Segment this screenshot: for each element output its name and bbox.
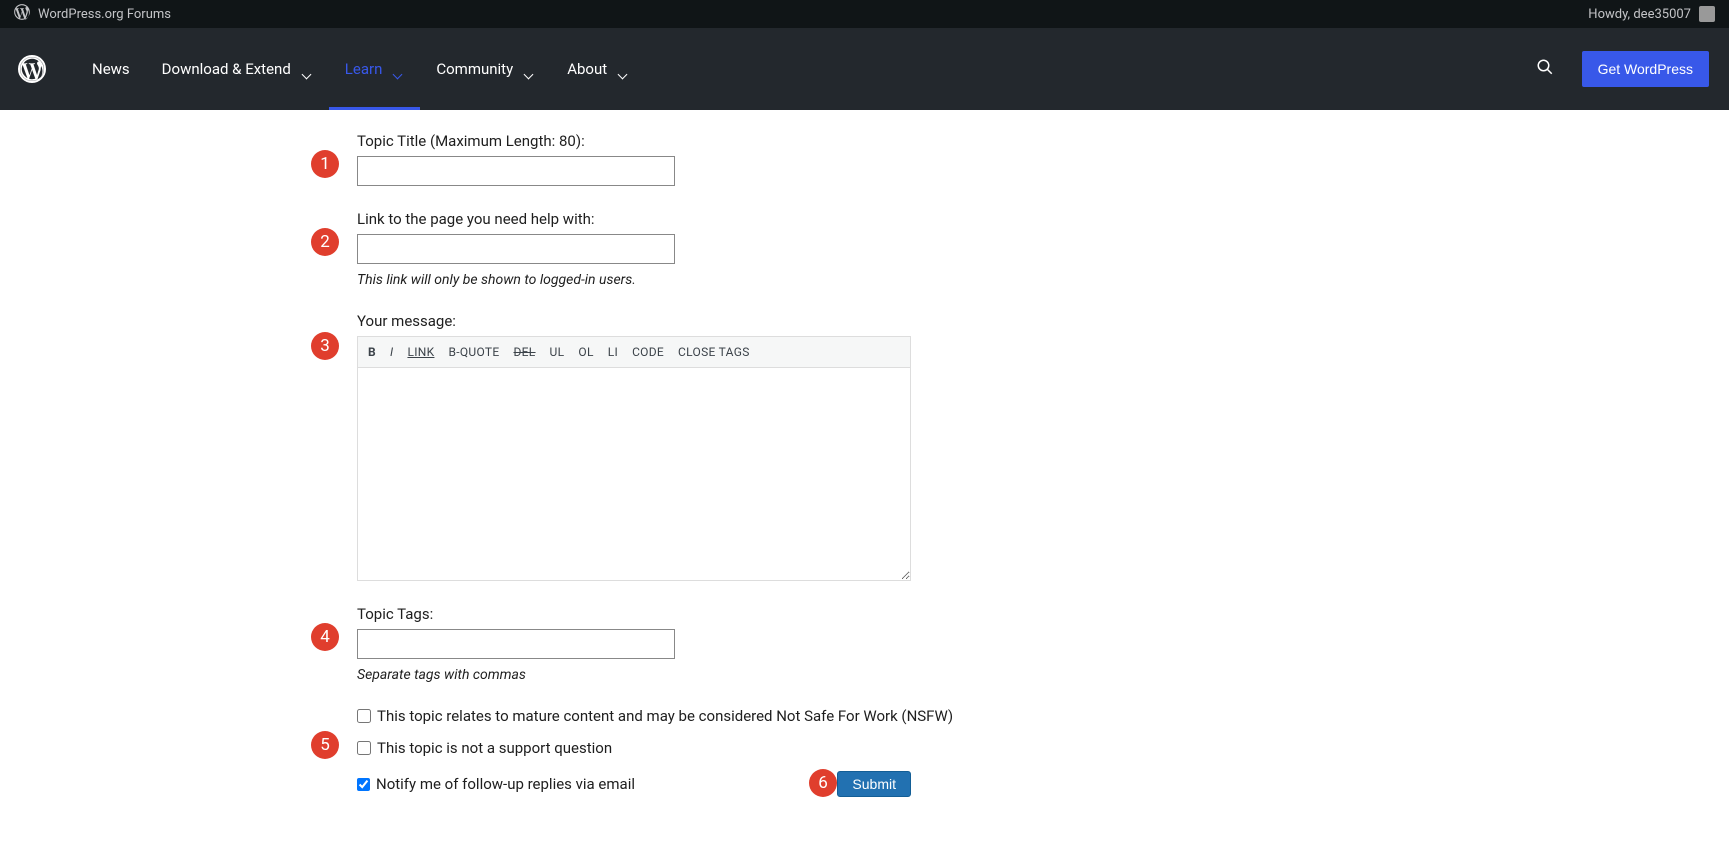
- admin-bar-howdy: Howdy, dee35007: [1588, 7, 1691, 22]
- admin-bar-left[interactable]: WordPress.org Forums: [14, 4, 171, 24]
- notify-checkbox-row: Notify me of follow-up replies via email: [357, 775, 635, 793]
- nav-item-download[interactable]: Download & Extend: [146, 28, 329, 110]
- nsfw-label: This topic relates to mature content and…: [377, 707, 953, 725]
- editor-link-button[interactable]: LINK: [407, 345, 434, 359]
- annotation-badge-3: 3: [311, 332, 339, 360]
- admin-bar-site-title: WordPress.org Forums: [38, 7, 171, 22]
- annotation-badge-5: 5: [311, 731, 339, 759]
- editor-italic-button[interactable]: I: [390, 345, 393, 359]
- submit-button[interactable]: Submit: [837, 771, 911, 797]
- nav-item-learn[interactable]: Learn: [329, 28, 421, 110]
- chevron-down-icon: [619, 64, 629, 74]
- nsfw-checkbox[interactable]: [357, 709, 371, 723]
- link-input[interactable]: [357, 234, 675, 264]
- editor-close-tags-button[interactable]: CLOSE TAGS: [678, 345, 750, 359]
- wordpress-logo-icon[interactable]: [18, 55, 46, 83]
- nav-item-community[interactable]: Community: [420, 28, 551, 110]
- notify-label: Notify me of follow-up replies via email: [376, 775, 635, 793]
- admin-bar: WordPress.org Forums Howdy, dee35007: [0, 0, 1729, 28]
- message-textarea[interactable]: [358, 368, 910, 580]
- editor-ul-button[interactable]: UL: [550, 345, 565, 359]
- main-nav-right: Get WordPress: [1536, 51, 1709, 87]
- wordpress-mini-icon: [14, 4, 30, 24]
- tags-label: Topic Tags:: [357, 605, 1000, 623]
- not-support-checkbox[interactable]: [357, 741, 371, 755]
- nav-item-about[interactable]: About: [551, 28, 645, 110]
- nav-label: About: [567, 60, 607, 78]
- nsfw-checkbox-row: This topic relates to mature content and…: [357, 707, 1000, 725]
- link-hint: This link will only be shown to logged-i…: [357, 272, 1000, 288]
- nav-label: Community: [436, 60, 513, 78]
- editor-bold-button[interactable]: B: [368, 345, 376, 359]
- link-section: 2 Link to the page you need help with: T…: [357, 210, 1000, 288]
- not-support-label: This topic is not a support question: [377, 739, 612, 757]
- tags-hint: Separate tags with commas: [357, 667, 1000, 683]
- get-wordpress-button[interactable]: Get WordPress: [1582, 51, 1709, 87]
- editor-toolbar: B I LINK B-QUOTE DEL UL OL LI CODE CLOSE…: [358, 337, 910, 368]
- nav-item-news[interactable]: News: [76, 28, 146, 110]
- message-label: Your message:: [357, 312, 1000, 330]
- main-nav: News Download & Extend Learn Community A…: [0, 28, 1729, 110]
- form-content: 1 Topic Title (Maximum Length: 80): 2 Li…: [0, 110, 1100, 847]
- editor-code-button[interactable]: CODE: [632, 345, 664, 359]
- notify-checkbox[interactable]: [357, 778, 370, 791]
- editor-del-button[interactable]: DEL: [513, 345, 535, 359]
- admin-bar-account[interactable]: Howdy, dee35007: [1588, 6, 1715, 22]
- nav-label: Learn: [345, 60, 383, 78]
- chevron-down-icon: [303, 64, 313, 74]
- annotation-badge-4: 4: [311, 623, 339, 651]
- annotation-badge-1: 1: [311, 150, 339, 178]
- annotation-badge-2: 2: [311, 228, 339, 256]
- submit-row: Notify me of follow-up replies via email…: [357, 771, 911, 797]
- topic-title-input[interactable]: [357, 156, 675, 186]
- editor: B I LINK B-QUOTE DEL UL OL LI CODE CLOSE…: [357, 336, 911, 581]
- search-icon[interactable]: [1536, 58, 1554, 80]
- editor-bquote-button[interactable]: B-QUOTE: [448, 345, 499, 359]
- nav-label: Download & Extend: [162, 60, 291, 78]
- annotation-badge-6: 6: [809, 769, 837, 797]
- main-nav-left: News Download & Extend Learn Community A…: [18, 28, 645, 110]
- topic-title-label: Topic Title (Maximum Length: 80):: [357, 132, 1000, 150]
- chevron-down-icon: [394, 64, 404, 74]
- topic-title-section: 1 Topic Title (Maximum Length: 80):: [357, 132, 1000, 186]
- message-section: 3 Your message: B I LINK B-QUOTE DEL UL …: [357, 312, 1000, 581]
- nav-label: News: [92, 60, 130, 78]
- chevron-down-icon: [525, 64, 535, 74]
- editor-li-button[interactable]: LI: [608, 345, 618, 359]
- link-label: Link to the page you need help with:: [357, 210, 1000, 228]
- tags-section: 4 Topic Tags: Separate tags with commas: [357, 605, 1000, 683]
- tags-input[interactable]: [357, 629, 675, 659]
- avatar: [1699, 6, 1715, 22]
- editor-ol-button[interactable]: OL: [578, 345, 593, 359]
- not-support-checkbox-row: 5 This topic is not a support question: [357, 739, 1000, 757]
